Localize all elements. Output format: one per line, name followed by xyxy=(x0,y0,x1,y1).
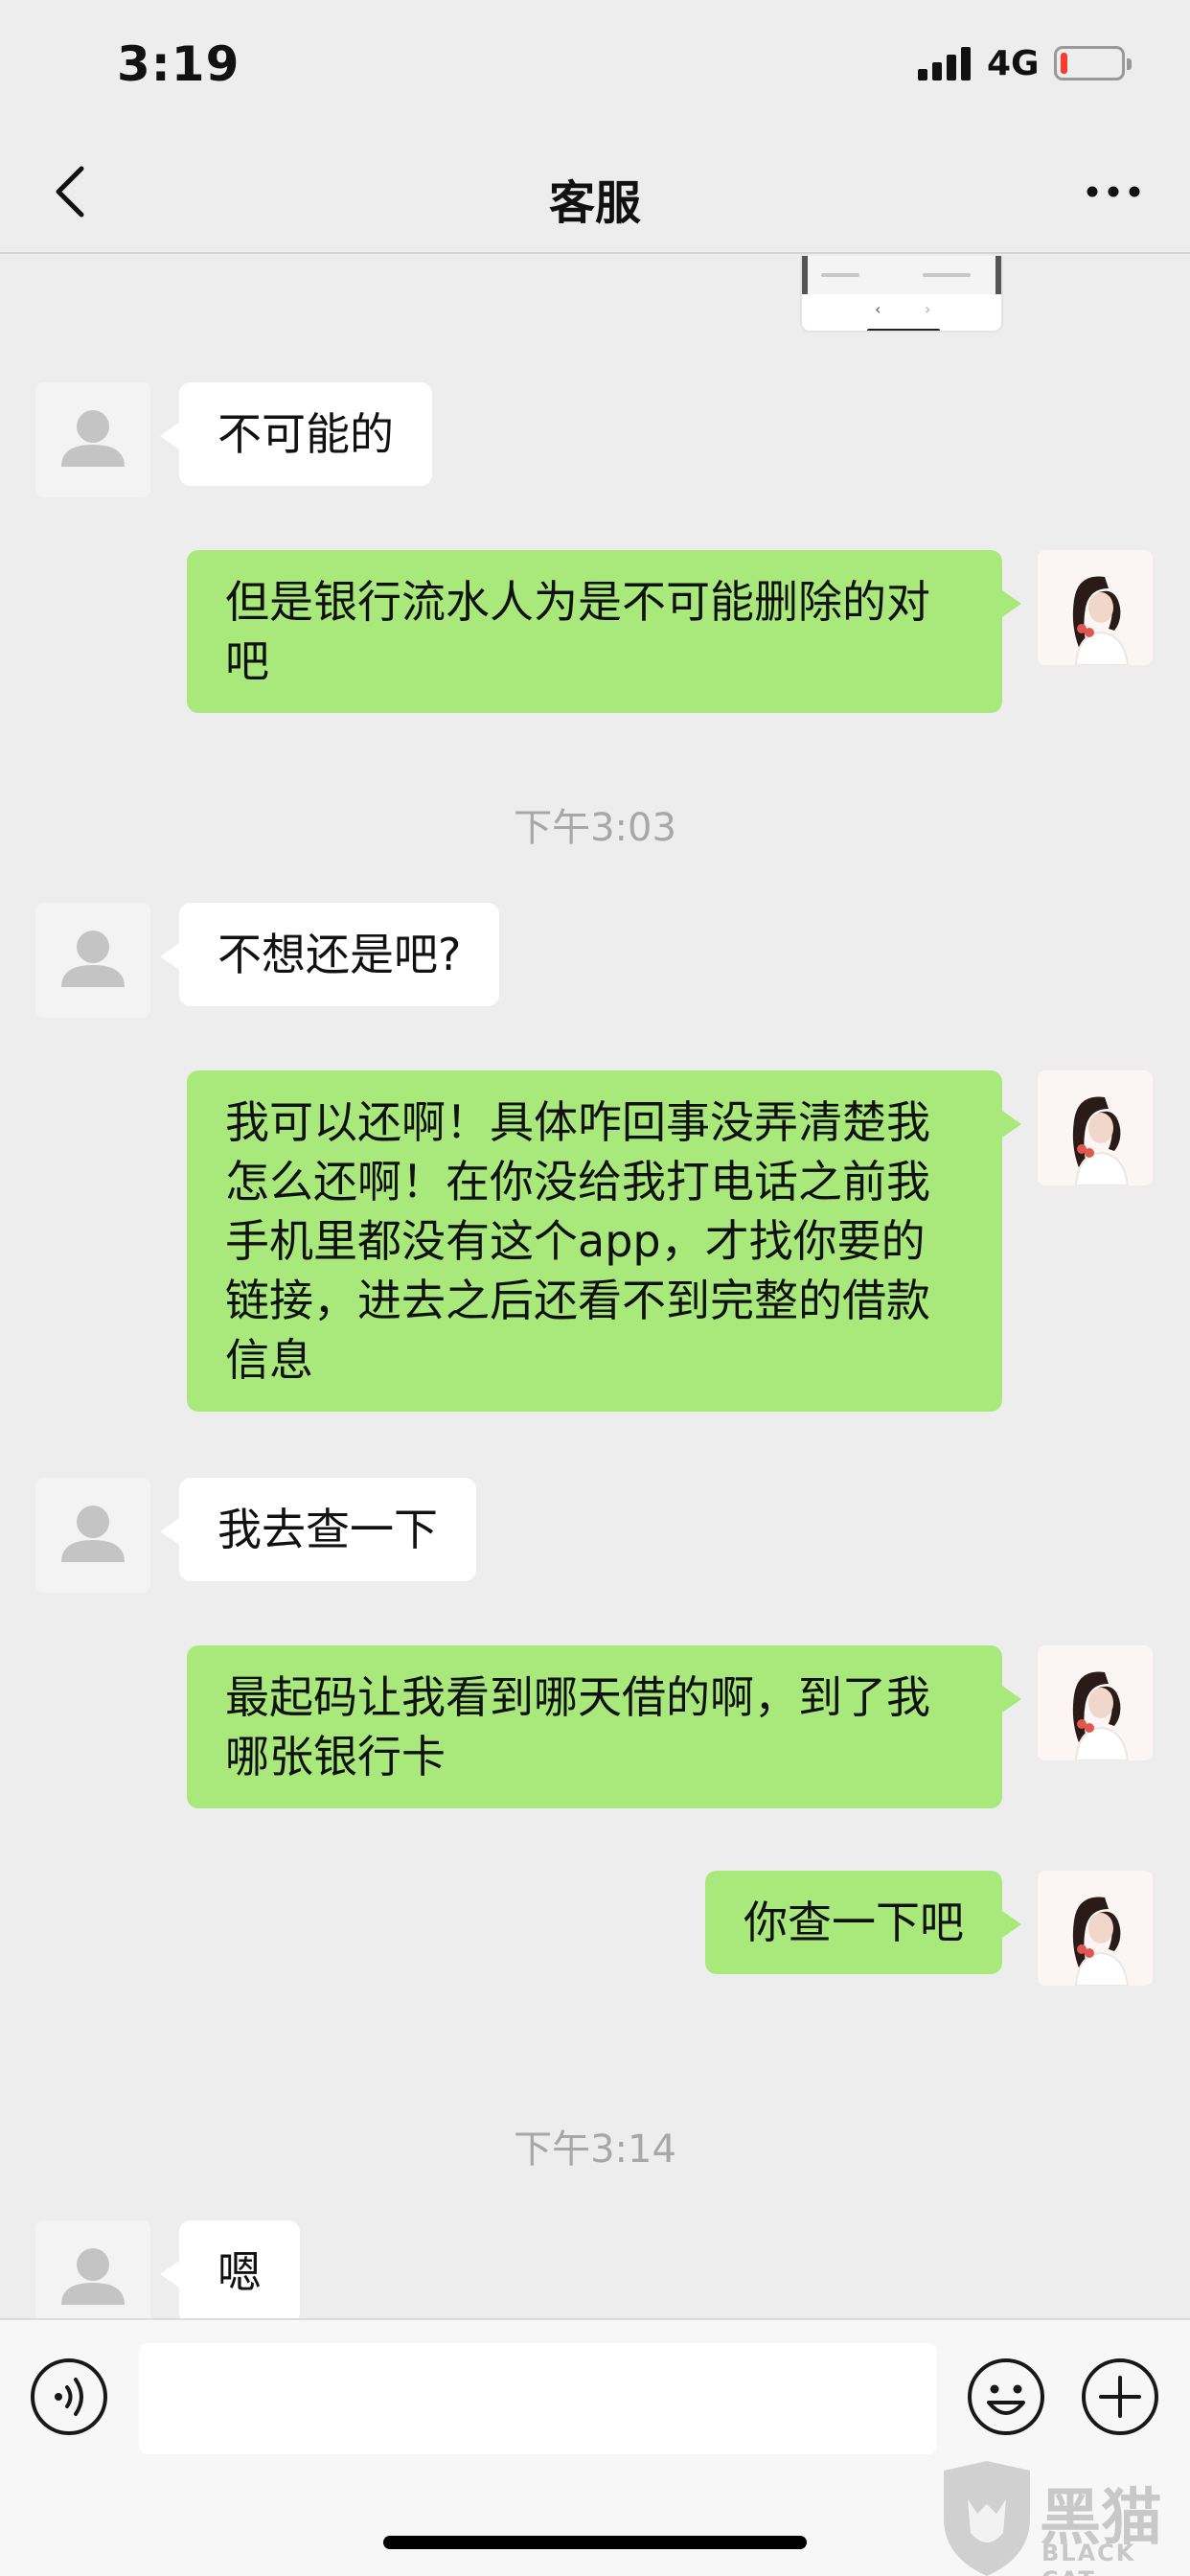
nav-bar: 客服 xyxy=(0,134,1190,254)
home-indicator[interactable] xyxy=(383,2536,807,2549)
agent-avatar[interactable] xyxy=(35,1478,150,1593)
user-avatar[interactable] xyxy=(1038,1871,1153,1986)
message-bubble-outgoing[interactable]: 你查一下吧 xyxy=(705,1871,1021,1974)
status-time: 3:19 xyxy=(117,36,240,92)
user-avatar[interactable] xyxy=(1038,1070,1153,1185)
message-input[interactable] xyxy=(139,2343,937,2454)
watermark-subtitle: BLACK CAT xyxy=(1041,2540,1136,2576)
watermark-logo: 黑猫 BLACK CAT xyxy=(925,2461,1190,2576)
agent-avatar[interactable] xyxy=(35,903,150,1018)
plus-icon[interactable] xyxy=(1080,2357,1160,2437)
message-bubble-outgoing[interactable]: 我可以还啊！具体咋回事没弄清楚我怎么还啊！在你没给我打电话之前我手机里都没有这个… xyxy=(187,1070,1021,1412)
battery-level xyxy=(1061,53,1068,74)
message-bubble-outgoing[interactable]: 最起码让我看到哪天借的啊，到了我哪张银行卡 xyxy=(187,1645,1021,1808)
message-bubble-incoming[interactable]: 嗯 xyxy=(160,2220,300,2318)
timestamp: 下午3:14 xyxy=(514,2128,676,2172)
image-message[interactable]: ‹ › xyxy=(800,256,1003,333)
image-thumbnail xyxy=(802,256,1001,294)
agent-avatar[interactable] xyxy=(35,2220,150,2318)
message-bubble-incoming[interactable]: 不可能的 xyxy=(160,382,432,486)
message-bubble-outgoing[interactable]: 但是银行流水人为是不可能删除的对吧 xyxy=(187,550,1021,713)
message-bubble-incoming[interactable]: 我去查一下 xyxy=(160,1478,476,1581)
signal-icon xyxy=(918,46,972,80)
timestamp: 下午3:03 xyxy=(514,806,676,850)
more-icon[interactable] xyxy=(1083,161,1144,222)
user-avatar[interactable] xyxy=(1038,1645,1153,1760)
user-avatar[interactable] xyxy=(1038,550,1153,665)
cat-shield-icon xyxy=(934,2461,1040,2576)
chat-title: 客服 xyxy=(548,176,641,230)
voice-icon[interactable] xyxy=(29,2357,109,2437)
status-bar: 3:19 4G xyxy=(0,0,1190,134)
battery-icon xyxy=(1054,46,1132,80)
message-bubble-incoming[interactable]: 不想还是吧? xyxy=(159,903,500,1006)
chat-area[interactable]: ‹ › 不可能的 但是银行流水人为是不可能删除的对吧 下午3:03 不想还是吧? xyxy=(0,256,1190,2318)
network-type: 4G xyxy=(987,44,1040,83)
image-thumbnail-nav: ‹ › xyxy=(802,294,1001,331)
agent-avatar[interactable] xyxy=(35,382,150,497)
emoji-icon[interactable] xyxy=(966,2357,1046,2437)
